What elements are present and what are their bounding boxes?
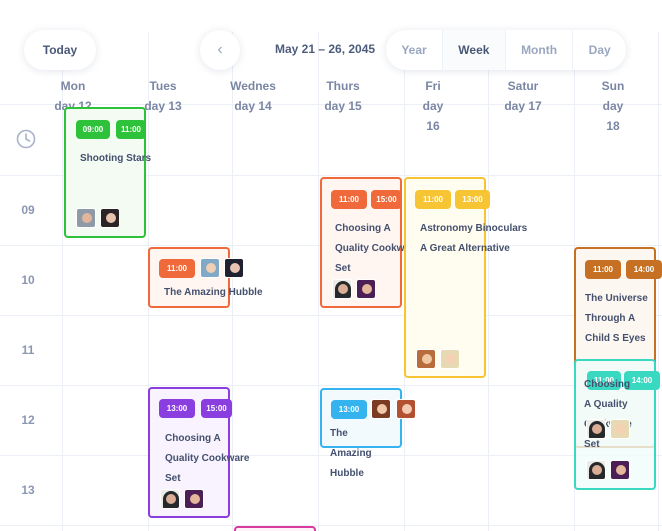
day-name: Fri bbox=[425, 79, 441, 93]
chevron-left-icon[interactable]: ‹ bbox=[200, 30, 240, 70]
event-start-time: 13:00 bbox=[159, 399, 195, 418]
event-start-time: 11:00 bbox=[585, 260, 621, 279]
event-end-time: 11:00 bbox=[116, 120, 146, 139]
avatar bbox=[160, 489, 180, 509]
clock-icon bbox=[16, 129, 36, 149]
avatar bbox=[356, 279, 376, 299]
event-card[interactable]: 11:00 13:00 Astronomy Binoculars A Great… bbox=[404, 177, 527, 378]
event-start-time: 09:00 bbox=[76, 120, 110, 139]
day-number: day 17 bbox=[504, 99, 542, 113]
event-title: Choosing A Quality Cookware Set bbox=[584, 379, 632, 450]
avatar bbox=[610, 460, 630, 480]
day-header-fri: Fri day 16 bbox=[390, 76, 476, 136]
day-header-sat: Satur day 17 bbox=[480, 76, 566, 116]
event-end-time: 13:00 bbox=[455, 190, 490, 209]
event-card[interactable]: 11:00 14:00 Choosing A Quality Cookware … bbox=[574, 359, 660, 490]
day-number: day 15 bbox=[324, 99, 362, 113]
column-divider bbox=[658, 32, 659, 531]
event-card[interactable]: 11:00 The Amazing Hubble bbox=[148, 247, 263, 308]
event-title: Choosing A Quality Cookware Set bbox=[165, 433, 250, 484]
day-name: Wednes bbox=[230, 79, 276, 93]
row-divider bbox=[0, 315, 662, 316]
view-year-tab[interactable]: Year bbox=[386, 30, 443, 70]
avatar bbox=[440, 349, 460, 369]
day-number: day 14 bbox=[234, 99, 272, 113]
avatar bbox=[610, 419, 630, 439]
day-number: day bbox=[422, 99, 444, 113]
day-header-wed: Wednes day 14 bbox=[210, 76, 296, 116]
view-switcher: Year Week Month Day bbox=[386, 30, 626, 70]
date-range-label: May 21 – 26, 2045 bbox=[275, 42, 376, 56]
day-number-line: 18 bbox=[606, 119, 620, 133]
hour-label: 13 bbox=[21, 483, 35, 497]
view-month-tab[interactable]: Month bbox=[506, 30, 574, 70]
avatar bbox=[416, 349, 436, 369]
view-week-tab[interactable]: Week bbox=[442, 30, 506, 70]
avatar bbox=[586, 419, 606, 439]
event-title: Astronomy Binoculars A Great Alternative bbox=[420, 223, 528, 254]
event-card[interactable]: 09:00 11:00 Shooting Stars bbox=[64, 107, 151, 238]
day-name: Thurs bbox=[326, 79, 360, 93]
hour-label: 10 bbox=[21, 273, 35, 287]
event-end-time: 15:00 bbox=[371, 190, 402, 209]
avatar bbox=[224, 258, 244, 278]
avatar bbox=[100, 208, 120, 228]
event-title: The Amazing Hubble bbox=[164, 287, 263, 298]
day-header-thurs: Thurs day 15 bbox=[300, 76, 386, 116]
avatar bbox=[396, 399, 416, 419]
avatar bbox=[184, 489, 204, 509]
day-number: day bbox=[602, 99, 624, 113]
day-name: Sun bbox=[601, 79, 625, 93]
avatar bbox=[200, 258, 220, 278]
view-day-tab[interactable]: Day bbox=[573, 30, 626, 70]
avatar bbox=[332, 279, 352, 299]
event-card[interactable]: 13:00 15:00 Choosing A Quality Cookware … bbox=[148, 387, 249, 518]
event-end-time: 15:00 bbox=[201, 399, 232, 418]
event-title: The Amazing Hubble bbox=[330, 428, 372, 479]
event-card[interactable]: 11:00 15:00 Choosing A Quality Cookware … bbox=[320, 177, 419, 308]
day-name: Mon bbox=[60, 79, 86, 93]
today-button[interactable]: Today bbox=[24, 30, 96, 70]
event-card[interactable] bbox=[234, 526, 316, 531]
avatar bbox=[586, 460, 606, 480]
row-divider bbox=[0, 525, 662, 526]
event-start-time: 11:00 bbox=[331, 190, 367, 209]
day-name: Satur bbox=[507, 79, 539, 93]
event-title: Shooting Stars bbox=[80, 153, 152, 164]
day-number-line: 16 bbox=[426, 119, 440, 133]
event-card[interactable]: 13:00 The Amazing Hubble bbox=[320, 388, 416, 479]
avatar bbox=[76, 208, 96, 228]
event-title: The Universe Through A Child S Eyes bbox=[585, 293, 648, 344]
avatar bbox=[371, 399, 391, 419]
day-header-sun: Sun day 18 bbox=[570, 76, 656, 136]
event-end-time: 14:00 bbox=[626, 260, 662, 279]
day-name: Tues bbox=[149, 79, 177, 93]
hour-label: 11 bbox=[21, 343, 35, 357]
event-start-time: 13:00 bbox=[331, 400, 367, 419]
row-divider bbox=[0, 385, 662, 386]
event-start-time: 11:00 bbox=[159, 259, 195, 278]
event-start-time: 11:00 bbox=[415, 190, 451, 209]
hour-label: 12 bbox=[21, 413, 35, 427]
hour-label: 09 bbox=[21, 203, 35, 217]
